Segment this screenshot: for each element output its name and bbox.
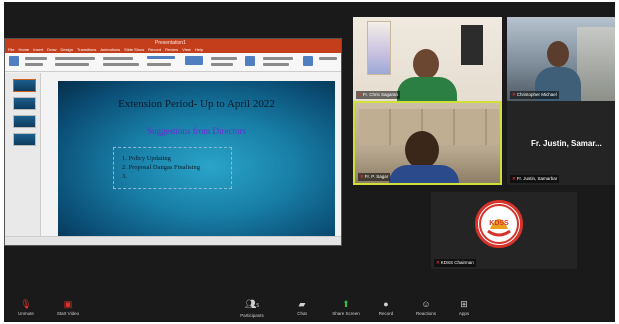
video-off-icon: ▣ bbox=[63, 299, 73, 309]
mic-muted-icon: ✕ bbox=[360, 174, 364, 179]
background-building bbox=[577, 27, 615, 101]
mic-muted-icon: ✕ bbox=[436, 260, 440, 265]
reactions-icon: ☺ bbox=[421, 299, 431, 309]
wall-picture bbox=[367, 21, 391, 75]
video-tile-participant-4[interactable]: Fr. Justin, Samar... ✕Fr. Justin, Samarb… bbox=[507, 101, 615, 185]
participant-head bbox=[547, 41, 569, 67]
paste-icon bbox=[9, 56, 19, 66]
share-screen-button[interactable]: ⬆ Share Screen bbox=[326, 298, 366, 317]
participant-name-tag: ✕Fr. Chris Sagaran bbox=[356, 91, 401, 99]
shared-screen: Presentation1 File Home Insert Draw Desi… bbox=[4, 38, 342, 246]
apps-icon: ⊞ bbox=[460, 299, 468, 309]
slide-thumbnail[interactable] bbox=[13, 79, 36, 92]
apps-button[interactable]: ⊞ Apps bbox=[444, 298, 484, 317]
slide-subtitle: Suggestions from Directors bbox=[147, 126, 246, 136]
slide-list-item: 2. Proposal Dangas Finalising bbox=[122, 164, 200, 171]
slide-thumbnail[interactable] bbox=[13, 115, 36, 128]
participant-display-name: Fr. Justin, Samar... bbox=[531, 139, 602, 148]
zoom-meeting-window: Presentation1 File Home Insert Draw Desi… bbox=[4, 2, 615, 322]
participant-head bbox=[413, 49, 439, 79]
slide-thumbnail[interactable] bbox=[13, 97, 36, 110]
shapes-icon bbox=[185, 56, 203, 65]
participant-name-tag: ✕Christopher Michael bbox=[510, 91, 559, 99]
ppt-title-bar: Presentation1 bbox=[5, 39, 341, 47]
slide-title: Extension Period- Up to April 2022 bbox=[118, 98, 275, 110]
video-tile-participant-1[interactable]: ✕Fr. Chris Sagaran bbox=[353, 17, 502, 101]
share-screen-icon: ⬆ bbox=[342, 299, 350, 309]
ppt-status-bar bbox=[5, 236, 341, 245]
participant-name-tag: ✕Fr. P. Sagar bbox=[358, 173, 391, 181]
slide-text-box[interactable]: 1. Policy Updating 2. Proposal Dangas Fi… bbox=[113, 147, 232, 189]
video-tile-participant-2[interactable]: ✕Christopher Michael bbox=[507, 17, 615, 101]
chat-button[interactable]: ▰ Chat bbox=[282, 298, 322, 317]
unmute-button[interactable]: 🎙︎ Unmute bbox=[6, 298, 46, 317]
slide-list-item: 1. Policy Updating bbox=[122, 155, 171, 162]
participant-body bbox=[397, 77, 457, 101]
participant-name-tag: ✕KDSS Chairman bbox=[434, 259, 476, 267]
chat-icon: ▰ bbox=[298, 299, 306, 309]
participants-button[interactable]: 👥︎5 Participants bbox=[232, 298, 272, 319]
mic-muted-icon: ✕ bbox=[512, 92, 516, 97]
designer-icon bbox=[303, 56, 313, 66]
participant-name-tag: ✕Fr. Justin, Samarbar bbox=[510, 175, 560, 183]
arrange-icon bbox=[245, 56, 255, 66]
slide-canvas: Extension Period- Up to April 2022 Sugge… bbox=[58, 81, 335, 237]
logo-emblem-icon: KDSS bbox=[479, 204, 519, 244]
video-tile-active-speaker[interactable]: ✕Fr. P. Sagar bbox=[353, 101, 502, 185]
mic-muted-icon: ✕ bbox=[358, 92, 362, 97]
slide-thumbnails-panel bbox=[5, 73, 41, 236]
slide-thumbnail[interactable] bbox=[13, 133, 36, 146]
kdss-logo: KDSS bbox=[475, 200, 523, 248]
participant-body bbox=[389, 165, 459, 183]
wall-shelf bbox=[461, 25, 483, 65]
participant-head bbox=[405, 131, 439, 169]
start-video-button[interactable]: ▣ Start Video bbox=[48, 298, 88, 317]
record-button[interactable]: ● Record bbox=[366, 298, 406, 317]
participants-icon: 👥︎5 bbox=[244, 299, 260, 309]
logo-text: KDSS bbox=[489, 220, 509, 227]
meeting-toolbar: 🎙︎ Unmute ▣ Start Video 👥︎5 Participants… bbox=[4, 298, 615, 322]
mic-muted-icon: ✕ bbox=[512, 176, 516, 181]
slide-list-item: 3. bbox=[122, 173, 127, 180]
ppt-window-title: Presentation1 bbox=[155, 40, 186, 46]
mic-off-icon: 🎙︎ bbox=[20, 299, 32, 309]
reactions-button[interactable]: ☺ Reactions bbox=[406, 298, 446, 317]
ppt-ribbon bbox=[5, 53, 341, 72]
video-tile-participant-5[interactable]: KDSS ✕KDSS Chairman bbox=[431, 192, 577, 269]
record-icon: ● bbox=[383, 299, 389, 309]
